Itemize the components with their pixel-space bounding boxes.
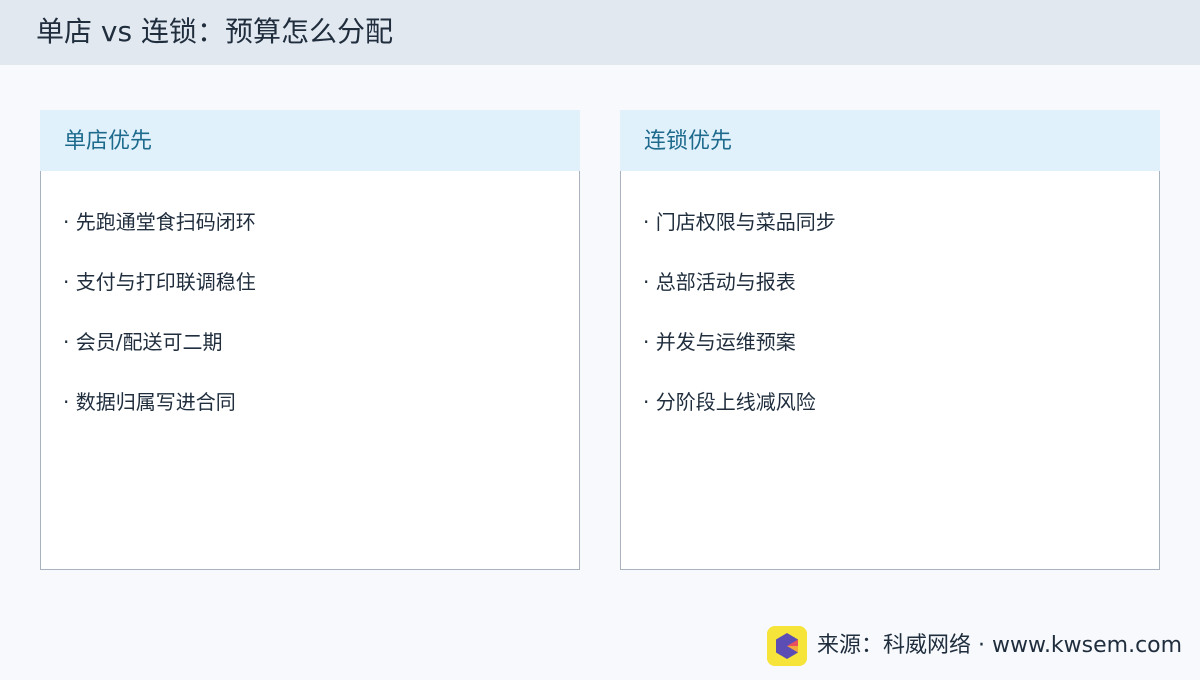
list-item: · 总部活动与报表 [643, 270, 796, 294]
list-item: · 支付与打印联调稳住 [63, 270, 256, 294]
list-item: · 会员/配送可二期 [63, 330, 223, 354]
list-item: · 分阶段上线减风险 [643, 390, 816, 414]
page-title: 单店 vs 连锁：预算怎么分配 [36, 15, 393, 48]
list-item: · 先跑通堂食扫码闭环 [63, 210, 256, 234]
card-chain-store: 连锁优先 · 门店权限与菜品同步 · 总部活动与报表 · 并发与运维预案 · 分… [620, 110, 1160, 570]
kwsem-logo-icon [767, 626, 807, 666]
source-text: 来源：科威网络 · www.kwsem.com [817, 633, 1183, 658]
card-header: 单店优先 [40, 110, 580, 171]
card-single-store: 单店优先 · 先跑通堂食扫码闭环 · 支付与打印联调稳住 · 会员/配送可二期 … [40, 110, 580, 570]
list-item: · 数据归属写进合同 [63, 390, 236, 414]
source-footer: 来源：科威网络 · www.kwsem.com [767, 626, 1182, 666]
list-item: · 并发与运维预案 [643, 330, 796, 354]
bullet-list: · 先跑通堂食扫码闭环 · 支付与打印联调稳住 · 会员/配送可二期 · 数据归… [63, 208, 256, 448]
card-header: 连锁优先 [620, 110, 1160, 171]
list-item: · 门店权限与菜品同步 [643, 210, 836, 234]
card-title: 单店优先 [64, 129, 153, 154]
page-header: 单店 vs 连锁：预算怎么分配 [0, 0, 1200, 65]
card-title: 连锁优先 [644, 129, 733, 154]
bullet-list: · 门店权限与菜品同步 · 总部活动与报表 · 并发与运维预案 · 分阶段上线减… [643, 208, 836, 448]
